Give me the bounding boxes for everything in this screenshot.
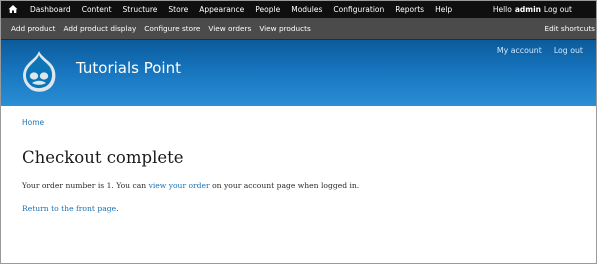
greeting-text: Hello: [492, 5, 512, 14]
drupal-logo-icon[interactable]: [20, 49, 58, 93]
view-order-link[interactable]: view your order: [149, 181, 210, 190]
username[interactable]: admin: [515, 5, 541, 14]
edit-shortcuts-link[interactable]: Edit shortcuts: [544, 18, 595, 39]
secondary-menu: My account Log out: [485, 46, 583, 55]
shortcut-configure-store[interactable]: Configure store: [144, 24, 200, 33]
order-message-suffix: on your account page when logged in.: [209, 181, 360, 190]
menu-appearance[interactable]: Appearance: [199, 5, 244, 14]
my-account-link[interactable]: My account: [497, 46, 542, 55]
shortcut-view-orders[interactable]: View orders: [208, 24, 251, 33]
menu-modules[interactable]: Modules: [291, 5, 322, 14]
menu-people[interactable]: People: [255, 5, 280, 14]
breadcrumb[interactable]: Home: [22, 118, 44, 127]
site-header: Tutorials Point My account Log out: [1, 40, 596, 106]
shortcut-add-product-display[interactable]: Add product display: [64, 24, 137, 33]
menu-store[interactable]: Store: [168, 5, 188, 14]
shortcuts-bar: Add product Add product display Configur…: [1, 18, 596, 40]
admin-menu: Dashboard Content Structure Store Appear…: [30, 1, 463, 18]
header-logout-link[interactable]: Log out: [554, 46, 583, 55]
shortcut-list: Add product Add product display Configur…: [11, 18, 319, 39]
page-title: Checkout complete: [22, 148, 184, 167]
browser-frame: Dashboard Content Structure Store Appear…: [0, 0, 597, 264]
order-message-prefix: Your order number is 1. You can: [22, 181, 149, 190]
menu-dashboard[interactable]: Dashboard: [30, 5, 71, 14]
menu-configuration[interactable]: Configuration: [333, 5, 384, 14]
front-page-suffix: .: [116, 204, 119, 213]
front-page-link[interactable]: Return to the front page: [22, 204, 116, 213]
main-content: Home Checkout complete Your order number…: [1, 106, 596, 263]
menu-reports[interactable]: Reports: [395, 5, 424, 14]
site-name[interactable]: Tutorials Point: [76, 59, 181, 77]
shortcut-add-product[interactable]: Add product: [11, 24, 56, 33]
menu-help[interactable]: Help: [435, 5, 452, 14]
front-page-message: Return to the front page.: [22, 204, 119, 213]
toolbar-logout-link[interactable]: Log out: [544, 1, 572, 18]
order-message: Your order number is 1. You can view you…: [22, 181, 359, 190]
menu-structure[interactable]: Structure: [123, 5, 158, 14]
admin-toolbar: Dashboard Content Structure Store Appear…: [1, 1, 596, 18]
shortcut-view-products[interactable]: View products: [259, 24, 311, 33]
home-icon[interactable]: [8, 4, 18, 14]
user-greeting: Hello admin: [493, 1, 541, 18]
menu-content[interactable]: Content: [82, 5, 112, 14]
